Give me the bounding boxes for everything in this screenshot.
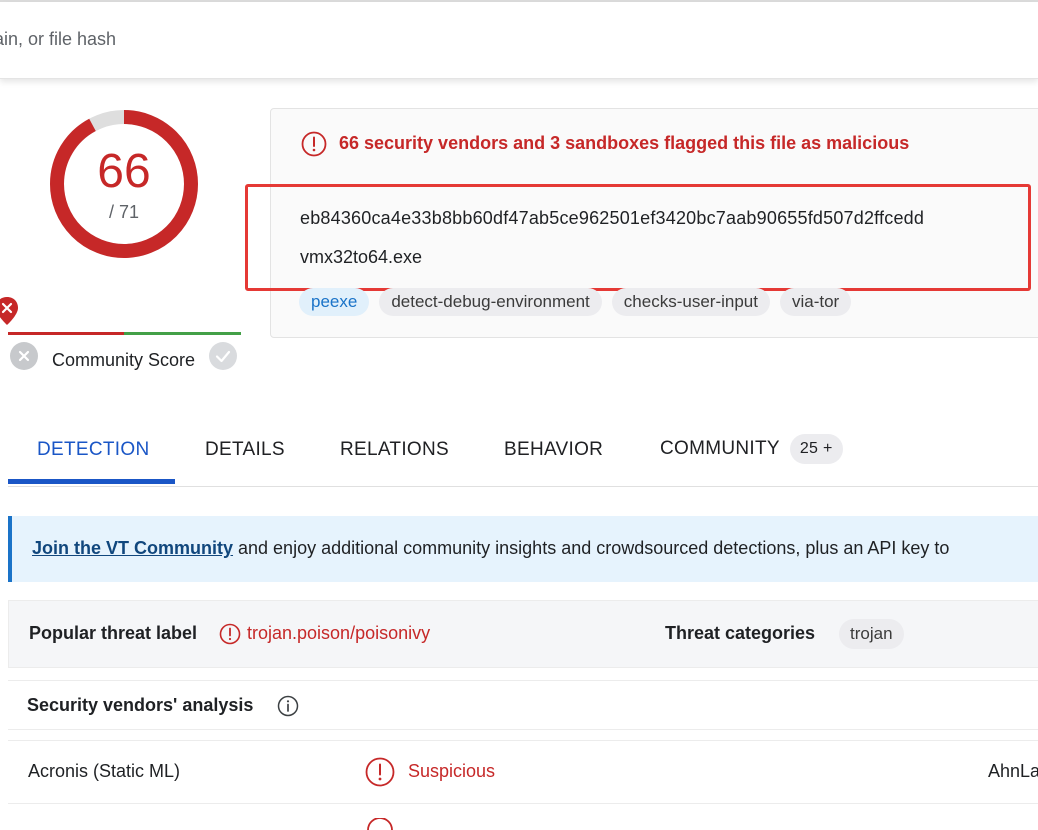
alert-circle-icon: [301, 131, 327, 157]
search-bar: [0, 2, 1038, 79]
x-circle-icon[interactable]: [10, 342, 38, 370]
search-input[interactable]: [0, 24, 700, 54]
tab-details[interactable]: DETAILS: [205, 438, 285, 472]
community-score-bar-positive: [124, 332, 241, 335]
tab-detection[interactable]: DETECTION: [37, 438, 149, 472]
info-icon[interactable]: [277, 695, 299, 717]
vendor-name-second-column: AhnLa: [988, 761, 1038, 781]
report-tabs: DETECTION DETAILS RELATIONS BEHAVIOR COM…: [8, 426, 1038, 487]
vendor-row: Acronis (Static ML) Suspicious AhnLa: [8, 740, 1038, 804]
community-banner: Join the VT Community and enjoy addition…: [8, 516, 1038, 582]
vendors-analysis-title: Security vendors' analysis: [27, 695, 254, 715]
join-community-link[interactable]: Join the VT Community: [32, 538, 233, 558]
community-count-badge: 25 +: [789, 434, 843, 464]
alert-circle-icon: [365, 757, 395, 787]
detection-total: / 71: [108, 202, 140, 222]
tag-checks-user-input[interactable]: checks-user-input: [611, 288, 770, 316]
banner-description: and enjoy additional community insights …: [233, 538, 950, 558]
vendors-analysis-header: Security vendors' analysis: [8, 680, 1038, 730]
community-score-label: Community Score: [52, 350, 196, 370]
threat-summary-row: Popular threat label trojan.poison/poiso…: [8, 600, 1038, 668]
vendor-name: Acronis (Static ML): [28, 761, 181, 781]
threat-categories-heading: Threat categories: [665, 623, 816, 643]
tag-via-tor[interactable]: via-tor: [779, 288, 852, 316]
annotation-highlight-box: [245, 184, 1031, 291]
file-tags: peexe detect-debug-environment checks-us…: [299, 288, 852, 316]
tab-relations[interactable]: RELATIONS: [340, 438, 449, 472]
alert-circle-icon: [367, 818, 393, 830]
detection-score-gauge: 66 / 71: [48, 108, 200, 260]
tab-community-label: COMMUNITY: [660, 438, 780, 460]
popular-threat-label-heading: Popular threat label: [29, 623, 198, 643]
tab-behavior[interactable]: BEHAVIOR: [504, 438, 603, 472]
tag-peexe[interactable]: peexe: [299, 288, 370, 316]
check-circle-icon[interactable]: [209, 342, 237, 370]
malicious-alert-text: 66 security vendors and 3 sandboxes flag…: [339, 133, 910, 153]
active-tab-indicator: [8, 479, 175, 484]
vendor-result: Suspicious: [408, 761, 496, 781]
detection-count: 66: [97, 145, 151, 198]
threat-category-tag[interactable]: trojan: [839, 619, 904, 649]
banner-text: Join the VT Community and enjoy addition…: [32, 538, 949, 559]
popular-threat-label-value[interactable]: trojan.poison/poisonivy: [247, 623, 430, 644]
map-pin-x-icon: [0, 297, 18, 325]
tab-community[interactable]: COMMUNITY 25 +: [660, 434, 843, 468]
community-score-bar-negative: [8, 332, 124, 335]
tag-detect-debug-environment[interactable]: detect-debug-environment: [379, 288, 602, 316]
alert-circle-icon: [219, 623, 241, 645]
